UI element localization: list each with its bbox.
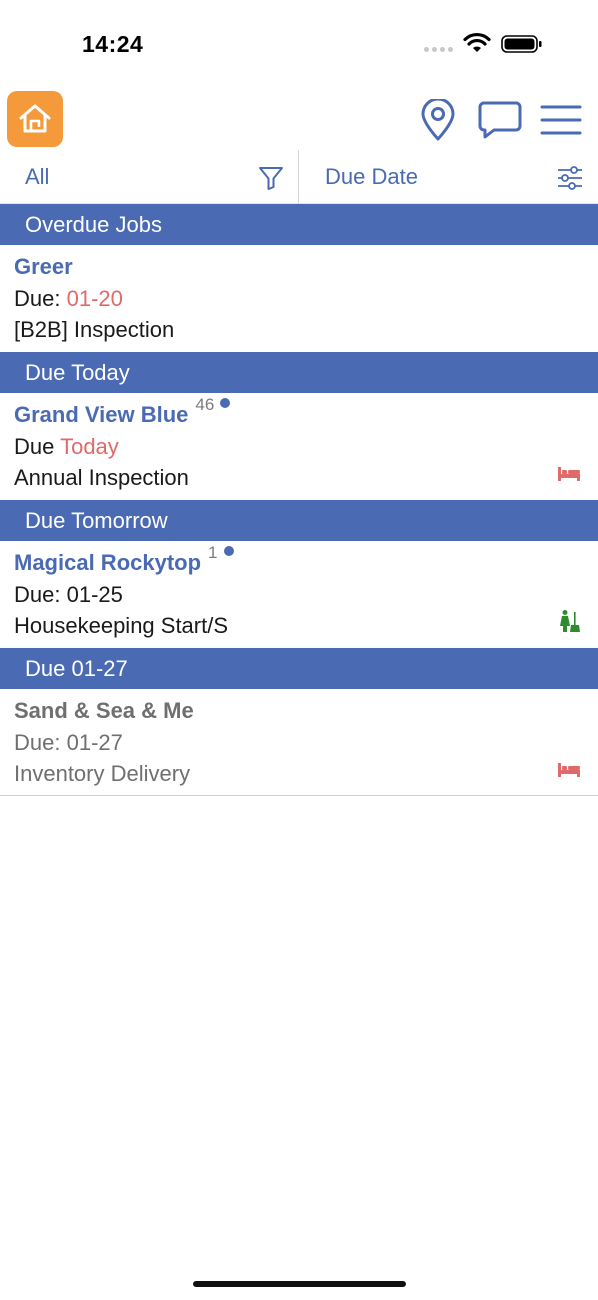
due-value: 01-20 (66, 286, 123, 311)
status-bar: 14:24 (0, 0, 598, 88)
job-name: Sand & Sea & Me (14, 698, 194, 723)
job-title: Sand & Sea & Me (14, 698, 194, 724)
sliders-icon (558, 166, 582, 190)
section-header-today: Due Today (0, 352, 598, 393)
job-type: [B2B] Inspection (14, 317, 175, 342)
job-type: Annual Inspection (14, 465, 189, 490)
job-name: Grand View Blue (14, 402, 189, 427)
filter-bar: All Due Date (0, 150, 598, 204)
job-title: Greer (14, 254, 73, 280)
section-header-0127: Due 01-27 (0, 648, 598, 689)
battery-icon (501, 35, 542, 53)
chat-icon[interactable] (477, 98, 523, 142)
map-pin-icon[interactable] (418, 98, 458, 142)
app-header (0, 88, 598, 152)
job-type: Housekeeping Start/S (14, 613, 229, 638)
due-prefix: Due: (14, 582, 67, 607)
job-title: Grand View Blue 46 (14, 395, 231, 428)
status-time: 14:24 (82, 31, 144, 57)
unread-dot (223, 546, 234, 556)
signal-icon (424, 47, 453, 52)
section-header-tomorrow: Due Tomorrow (0, 500, 598, 541)
job-item[interactable]: Magical Rockytop 1 Due: 01-25 Housekeepi… (0, 541, 598, 648)
filter-label: All (25, 164, 50, 189)
job-due: Due: 01-20 (14, 286, 123, 312)
wifi-icon (463, 32, 491, 52)
due-value: 01-27 (66, 730, 123, 755)
due-value: 01-25 (66, 582, 123, 607)
job-item[interactable]: Grand View Blue 46 Due Today Annual Insp… (0, 393, 598, 500)
due-prefix: Due (14, 434, 61, 459)
job-name: Greer (14, 254, 73, 279)
housekeeping-icon (560, 610, 580, 632)
job-due: Due: 01-25 (14, 582, 123, 608)
job-name: Magical Rockytop (14, 550, 202, 575)
job-due: Due: 01-27 (14, 730, 123, 756)
filter-dropdown[interactable]: All (0, 150, 299, 204)
job-item[interactable]: Greer Due: 01-20 [B2B] Inspection (0, 245, 598, 352)
unread-dot (220, 398, 231, 408)
home-indicator[interactable] (193, 1281, 406, 1287)
bed-icon (558, 467, 580, 481)
menu-icon[interactable] (538, 98, 584, 142)
job-item[interactable]: Sand & Sea & Me Due: 01-27 Inventory Del… (0, 689, 598, 796)
sort-label: Due Date (325, 164, 418, 189)
filter-icon (259, 167, 283, 190)
message-count: 46 (195, 395, 215, 414)
message-count: 1 (208, 543, 218, 562)
bed-icon (558, 763, 580, 777)
due-prefix: Due: (14, 730, 67, 755)
job-type: Inventory Delivery (14, 761, 191, 786)
section-header-overdue: Overdue Jobs (0, 204, 598, 245)
job-list: Overdue Jobs Greer Due: 01-20 [B2B] Insp… (0, 204, 598, 796)
job-due: Due Today (14, 434, 119, 460)
home-logo-icon[interactable] (7, 91, 63, 147)
job-title: Magical Rockytop 1 (14, 543, 234, 576)
due-prefix: Due: (14, 286, 67, 311)
due-value: Today (60, 434, 119, 459)
sort-dropdown[interactable]: Due Date (300, 150, 598, 204)
